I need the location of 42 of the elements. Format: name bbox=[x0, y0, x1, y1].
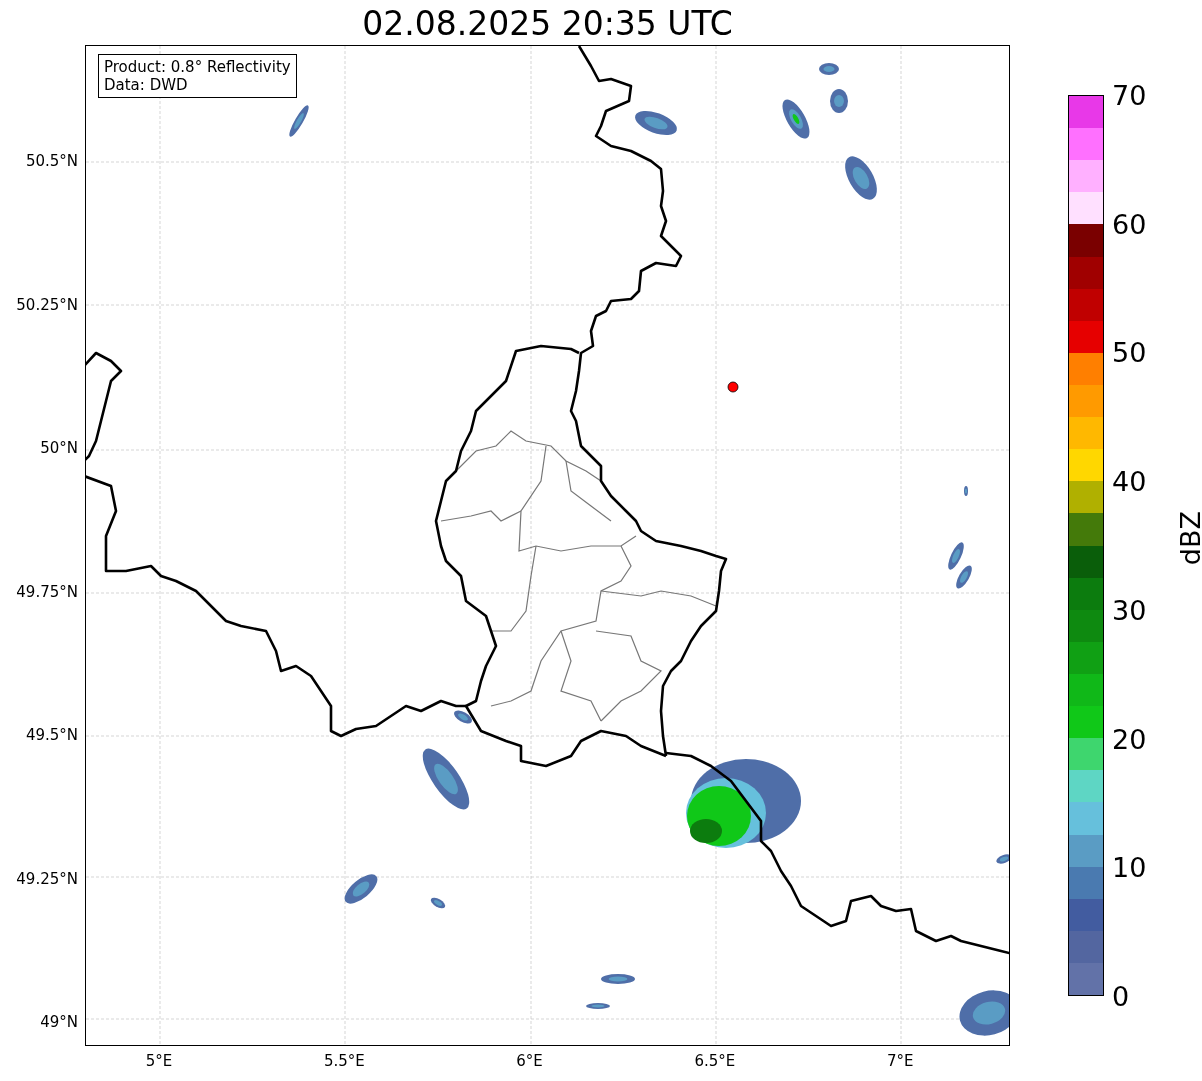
radar-echo bbox=[782, 99, 810, 139]
colorbar-label: dBZ bbox=[1175, 510, 1202, 566]
radar-echo bbox=[956, 565, 972, 589]
colorbar-tick-label: 60 bbox=[1112, 208, 1147, 240]
radar-echo bbox=[845, 156, 877, 200]
colorbar-tick-label: 10 bbox=[1112, 851, 1147, 883]
radar-echo bbox=[601, 974, 635, 984]
location-marker bbox=[727, 381, 739, 393]
radar-echo bbox=[344, 874, 378, 904]
radar-echo bbox=[422, 748, 470, 810]
longitude-label: 6°E bbox=[516, 1052, 543, 1070]
info-text: Data: DWD bbox=[104, 76, 189, 94]
info-text: Product: 0.8° Reflectivity bbox=[104, 58, 291, 76]
radar-echo bbox=[830, 89, 848, 113]
latitude-label: 50.5°N bbox=[25, 152, 78, 170]
colorbar-tick-label: 20 bbox=[1112, 723, 1147, 755]
longitude-label: 6.5°E bbox=[694, 1052, 736, 1070]
radar-echo bbox=[948, 542, 964, 570]
latitude-label: 49.75°N bbox=[16, 582, 78, 601]
longitude-label: 5.5°E bbox=[323, 1052, 365, 1070]
chart-title: 02.08.2025 20:35 UTC bbox=[361, 3, 734, 45]
radar-echo bbox=[586, 1003, 610, 1009]
radar-echo bbox=[454, 710, 472, 724]
radar-echo bbox=[289, 105, 309, 137]
colorbar-tick-label: 40 bbox=[1112, 465, 1147, 497]
radar-echo bbox=[635, 110, 677, 136]
radar-echo bbox=[819, 63, 839, 75]
colorbar-tick-label: 30 bbox=[1112, 594, 1147, 626]
radar-echo bbox=[959, 990, 1009, 1036]
latitude-label: 49.25°N bbox=[16, 869, 78, 888]
latitude-label: 49.5°N bbox=[25, 726, 78, 744]
radar-echo bbox=[964, 486, 968, 496]
latitude-label: 49°N bbox=[40, 1013, 78, 1031]
colorbar-tick-label: 70 bbox=[1112, 79, 1147, 111]
latitude-label: 50°N bbox=[40, 439, 78, 457]
radar-echo bbox=[430, 897, 446, 909]
radar-echo bbox=[996, 854, 1009, 864]
colorbar-tick-label: 50 bbox=[1112, 336, 1147, 368]
colorbar-tick-label: 0 bbox=[1112, 980, 1130, 1012]
longitude-label: 5°E bbox=[145, 1052, 173, 1070]
latitude-label: 50.25°N bbox=[16, 295, 78, 314]
longitude-label: 7°E bbox=[886, 1052, 914, 1070]
